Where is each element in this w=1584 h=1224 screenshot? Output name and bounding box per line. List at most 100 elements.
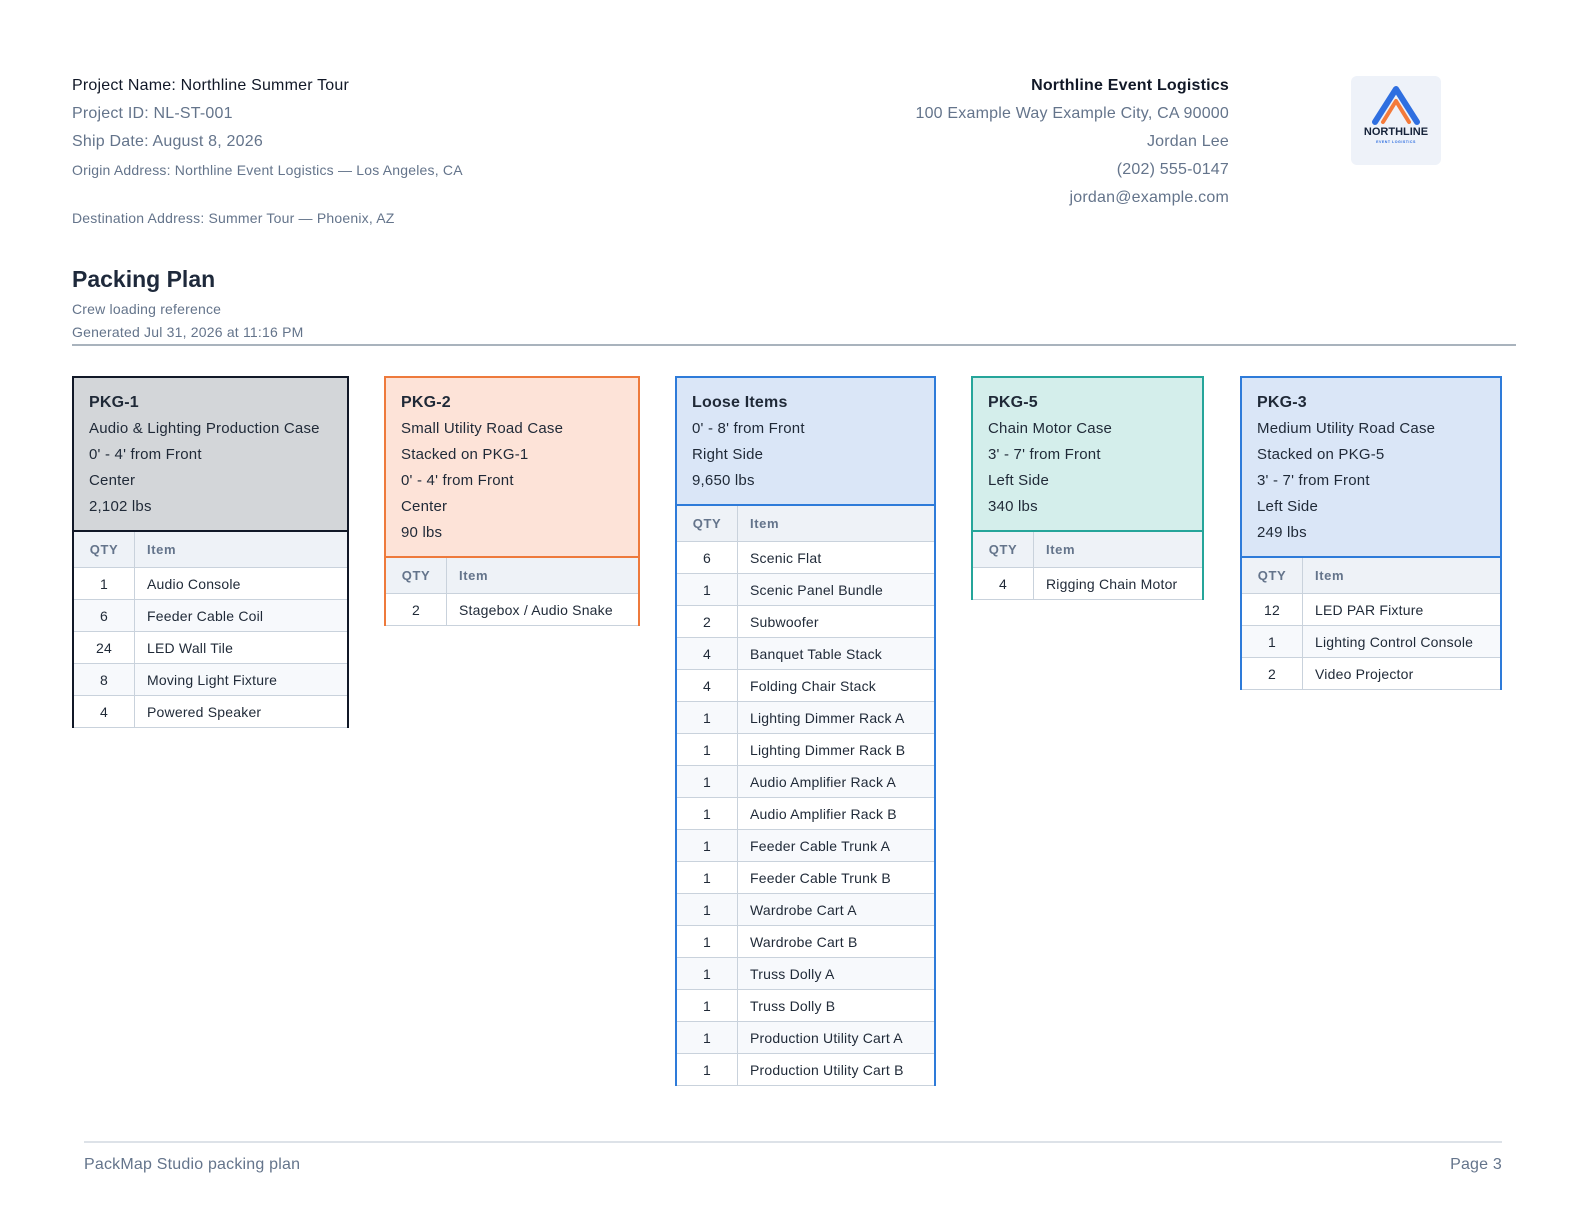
item-column-header: Item	[1033, 532, 1202, 568]
package-items-table: QTY Item 4 Rigging Chain Motor	[971, 532, 1204, 600]
item-qty: 1	[677, 957, 738, 990]
package-items-table: QTY Item 6 Scenic Flat 1 Scenic Panel Bundle 2…	[675, 506, 936, 1086]
table-row: 2 Subwoofer	[677, 605, 934, 638]
table-row: 1 Lighting Control Console	[1242, 625, 1500, 658]
company-logo: NORTHLINE EVENT LOGISTICS	[1351, 76, 1441, 165]
item-name: Truss Dolly B	[737, 989, 934, 1022]
qty-column-header: QTY	[1242, 558, 1303, 594]
table-row: 1 Lighting Dimmer Rack A	[677, 701, 934, 734]
table-row: 4 Banquet Table Stack	[677, 637, 934, 670]
item-qty: 1	[74, 567, 135, 600]
item-qty: 4	[677, 637, 738, 670]
item-qty: 1	[677, 701, 738, 734]
table-row: 2 Video Projector	[1242, 657, 1500, 690]
logo-wordmark: NORTHLINE	[1364, 126, 1428, 138]
item-name: Wardrobe Cart B	[737, 925, 934, 958]
package-detail: Audio & Lighting Production Case	[89, 420, 320, 437]
table-row: 1 Lighting Dimmer Rack B	[677, 733, 934, 766]
item-name: Folding Chair Stack	[737, 669, 934, 702]
package-card: Loose Items 0' - 8' from Front Right Side 9…	[675, 376, 936, 1086]
package-card: PKG-5 Chain Motor Case 3' - 7' from Front L…	[971, 376, 1204, 600]
item-qty: 1	[677, 765, 738, 798]
table-row: 4 Folding Chair Stack	[677, 669, 934, 702]
table-row: 1 Production Utility Cart B	[677, 1053, 934, 1086]
package-detail: Stacked on PKG-1	[401, 446, 529, 463]
item-name: Feeder Cable Trunk B	[737, 861, 934, 894]
table-row: 1 Production Utility Cart A	[677, 1021, 934, 1054]
package-detail: 0' - 4' from Front	[89, 446, 202, 463]
package-detail: 249 lbs	[1257, 524, 1307, 541]
item-column-header: Item	[737, 506, 934, 542]
package-name: PKG-3	[1257, 394, 1307, 411]
package-detail: 9,650 lbs	[692, 472, 755, 489]
table-row: 1 Scenic Panel Bundle	[677, 573, 934, 606]
package-header: Loose Items 0' - 8' from Front Right Side 9…	[675, 376, 936, 506]
generated-timestamp: Generated Jul 31, 2026 at 11:16 PM	[72, 324, 304, 340]
item-name: Moving Light Fixture	[134, 663, 347, 696]
package-header: PKG-3 Medium Utility Road Case Stacked on …	[1240, 376, 1502, 558]
page-number: Page 3	[1450, 1156, 1502, 1173]
item-name: Audio Amplifier Rack A	[737, 765, 934, 798]
item-qty: 1	[677, 573, 738, 606]
contact-phone: (202) 555-0147	[1116, 161, 1229, 178]
item-qty: 1	[677, 797, 738, 830]
item-qty: 1	[1242, 625, 1303, 658]
contact-name: Jordan Lee	[1146, 133, 1229, 150]
item-name: Scenic Flat	[737, 541, 934, 574]
table-row: 1 Feeder Cable Trunk B	[677, 861, 934, 894]
table-row: 1 Truss Dolly B	[677, 989, 934, 1022]
page-title: Packing Plan	[72, 266, 216, 292]
package-detail: Center	[89, 472, 136, 489]
item-name: Audio Console	[134, 567, 347, 600]
table-row: 1 Truss Dolly A	[677, 957, 934, 990]
table-row: 4 Rigging Chain Motor	[973, 567, 1202, 600]
ship-date: Ship Date: August 8, 2026	[72, 133, 263, 150]
item-column-header: Item	[1302, 558, 1500, 594]
item-name: Audio Amplifier Rack B	[737, 797, 934, 830]
item-name: Lighting Control Console	[1302, 625, 1500, 658]
package-card: PKG-2 Small Utility Road Case Stacked on P…	[384, 376, 640, 626]
item-name: Powered Speaker	[134, 695, 347, 728]
package-detail: 3' - 7' from Front	[988, 446, 1101, 463]
package-detail: Center	[401, 498, 448, 515]
logo-tagline: EVENT LOGISTICS	[1376, 140, 1416, 144]
item-qty: 24	[74, 631, 135, 664]
table-row: 12 LED PAR Fixture	[1242, 593, 1500, 626]
package-detail: Medium Utility Road Case	[1257, 420, 1436, 437]
item-qty: 4	[973, 567, 1034, 600]
table-row: 6 Feeder Cable Coil	[74, 599, 347, 632]
package-items-table: QTY Item 12 LED PAR Fixture 1 Lighting Contro…	[1240, 558, 1502, 690]
project-name: Project Name: Northline Summer Tour	[72, 77, 350, 94]
package-card: PKG-1 Audio & Lighting Production Case 0' …	[72, 376, 349, 728]
item-name: Banquet Table Stack	[737, 637, 934, 670]
item-name: Wardrobe Cart A	[737, 893, 934, 926]
package-name: PKG-2	[401, 394, 451, 411]
item-qty: 6	[74, 599, 135, 632]
destination-address: Destination Address: Summer Tour — Phoen…	[72, 210, 395, 226]
package-detail: Right Side	[692, 446, 764, 463]
package-detail: Small Utility Road Case	[401, 420, 564, 437]
item-qty: 1	[677, 893, 738, 926]
item-name: Production Utility Cart B	[737, 1053, 934, 1086]
northline-logo-icon: NORTHLINE EVENT LOGISTICS	[1364, 86, 1428, 144]
package-detail: 2,102 lbs	[89, 498, 152, 515]
package-header: PKG-1 Audio & Lighting Production Case 0' …	[72, 376, 349, 532]
contact-email: jordan@example.com	[1069, 189, 1229, 206]
item-qty: 4	[677, 669, 738, 702]
project-info: Project Name: Northline Summer Tour Proj…	[72, 72, 592, 232]
title-divider	[72, 344, 1516, 346]
table-row: 1 Audio Console	[74, 567, 347, 600]
item-qty: 12	[1242, 593, 1303, 626]
item-qty: 8	[74, 663, 135, 696]
qty-column-header: QTY	[74, 532, 135, 568]
item-column-header: Item	[446, 558, 638, 594]
item-name: Feeder Cable Coil	[134, 599, 347, 632]
table-row: 1 Wardrobe Cart B	[677, 925, 934, 958]
item-name: LED Wall Tile	[134, 631, 347, 664]
package-header: PKG-5 Chain Motor Case 3' - 7' from Front L…	[971, 376, 1204, 532]
item-qty: 4	[74, 695, 135, 728]
table-row: 1 Wardrobe Cart A	[677, 893, 934, 926]
item-qty: 1	[677, 829, 738, 862]
table-row: 1 Audio Amplifier Rack A	[677, 765, 934, 798]
item-qty: 2	[1242, 657, 1303, 690]
